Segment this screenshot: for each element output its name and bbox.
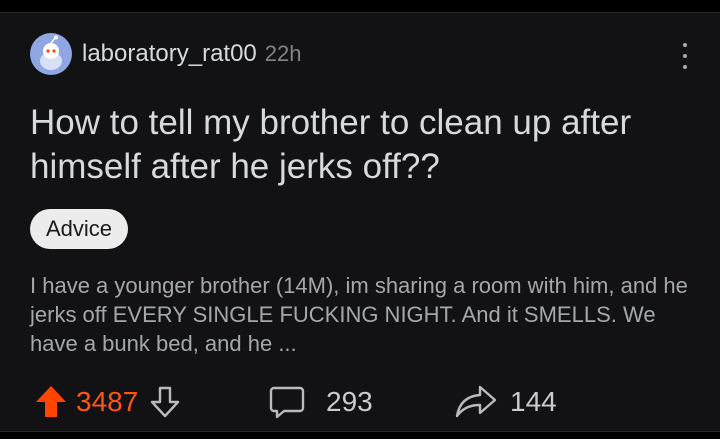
post-action-bar: 3487 293 144 — [30, 379, 590, 425]
post-title[interactable]: How to tell my brother to clean up after… — [30, 101, 680, 189]
arrow-up-icon[interactable] — [34, 384, 68, 420]
post-card[interactable]: laboratory_rat00 22h How to tell my brot… — [0, 12, 720, 432]
speech-bubble-icon — [269, 386, 305, 419]
more-options-icon[interactable] — [680, 43, 690, 69]
vote-group: 3487 — [34, 379, 182, 425]
menu-dot — [683, 54, 687, 58]
menu-dot — [683, 65, 687, 69]
arrow-down-icon[interactable] — [148, 384, 182, 420]
share-count: 144 — [510, 386, 557, 417]
username[interactable]: laboratory_rat00 — [82, 40, 257, 68]
post-body-preview[interactable]: I have a younger brother (14M), im shari… — [30, 271, 695, 358]
share-arrow-icon — [455, 385, 497, 418]
vote-count: 3487 — [76, 386, 139, 417]
post-timestamp: 22h — [264, 41, 302, 66]
reddit-snoo-icon — [40, 35, 62, 70]
comment-count: 293 — [326, 386, 373, 417]
post-flair[interactable]: Advice — [30, 209, 129, 249]
menu-dot — [683, 43, 687, 47]
post-header: laboratory_rat00 22h — [30, 31, 302, 77]
comments-button[interactable]: 293 — [268, 379, 373, 425]
avatar[interactable] — [30, 33, 72, 75]
share-button[interactable]: 144 — [454, 379, 557, 425]
